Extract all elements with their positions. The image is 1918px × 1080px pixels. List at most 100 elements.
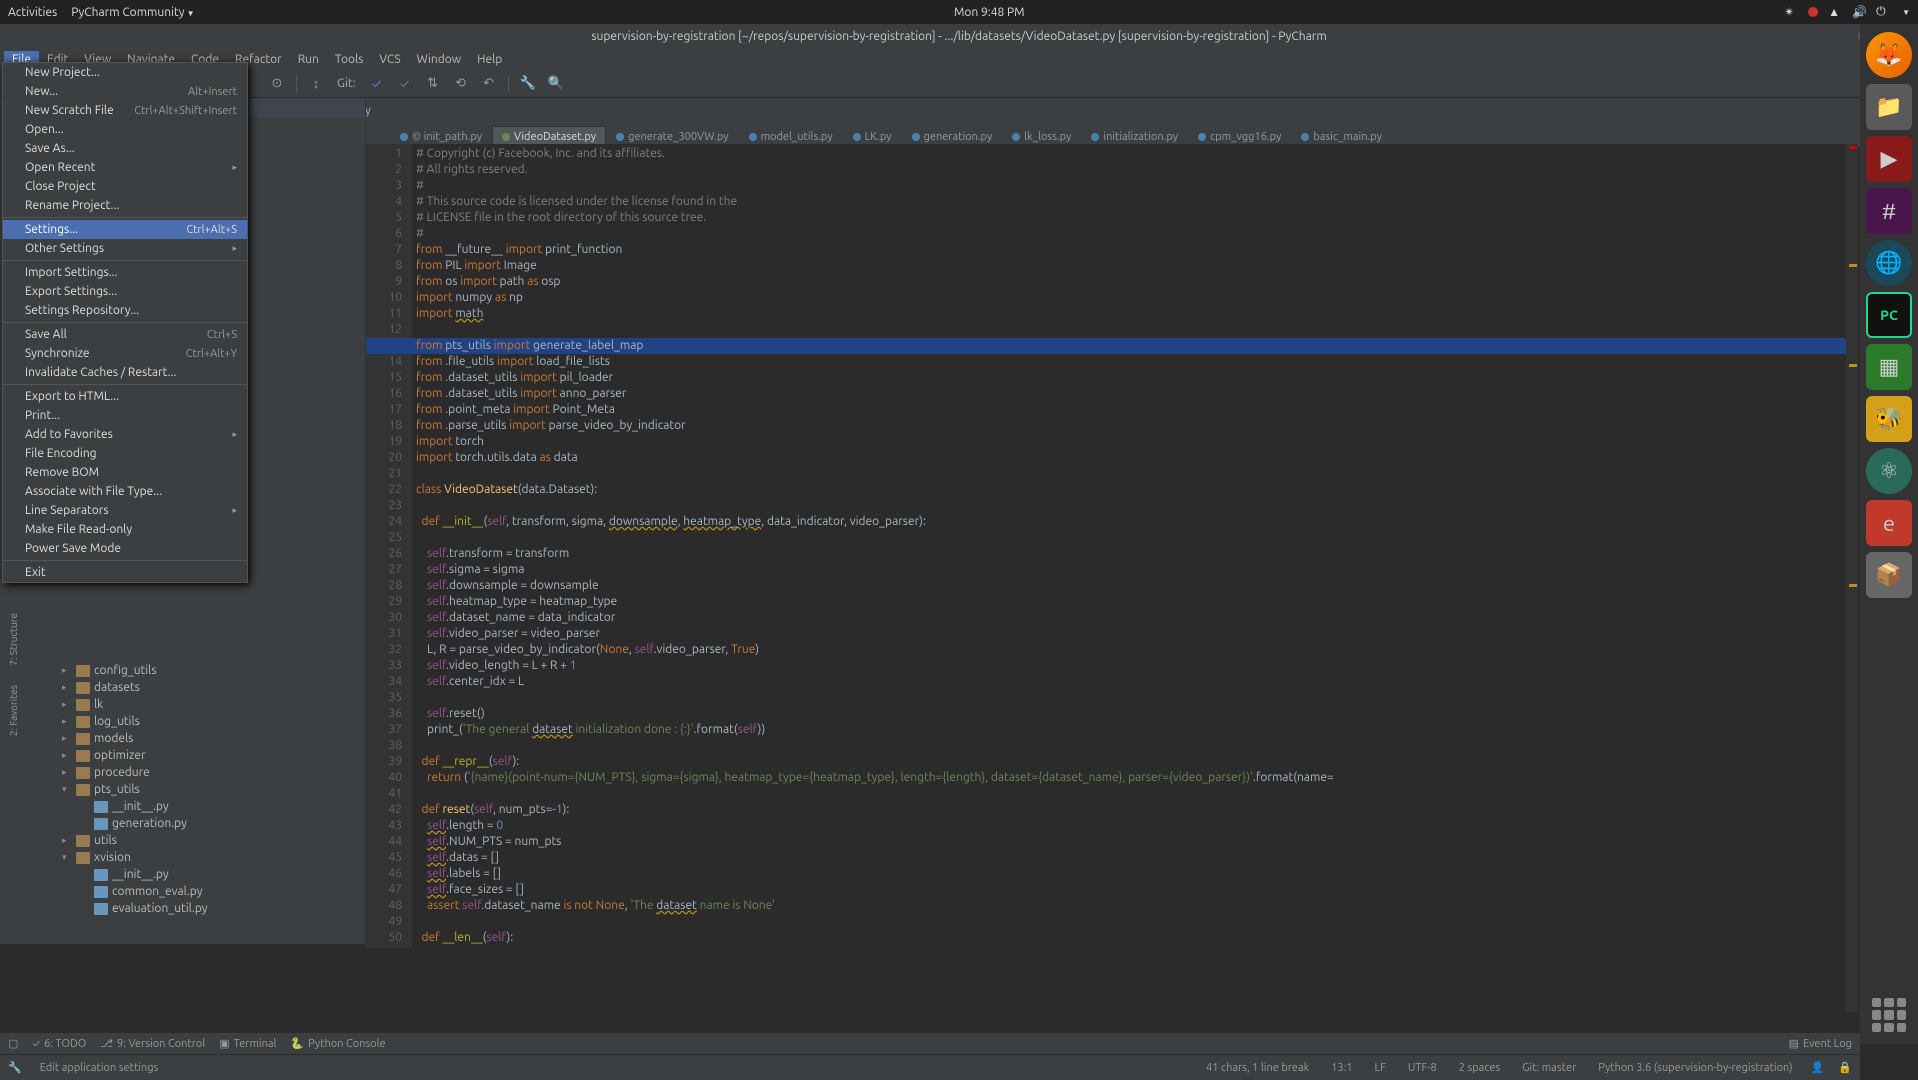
tree-node[interactable]: ▸datasets: [26, 679, 365, 696]
warning-mark[interactable]: [1849, 584, 1857, 587]
tree-node[interactable]: ▸lk: [26, 696, 365, 713]
tree-node[interactable]: ▸log_utils: [26, 713, 365, 730]
caret-position[interactable]: 13:1: [1327, 1062, 1356, 1074]
menu-item-other-settings[interactable]: Other Settings▸: [3, 239, 247, 258]
video-icon[interactable]: ▶: [1866, 136, 1912, 182]
volume-icon[interactable]: 🔊: [1852, 5, 1866, 19]
version-control-tool-button[interactable]: ⎇9: Version Control: [100, 1037, 205, 1050]
tree-node[interactable]: ▸utils: [26, 832, 365, 849]
slack-icon[interactable]: #: [1866, 188, 1912, 234]
menu-item-print[interactable]: Print...: [3, 406, 247, 425]
tree-node[interactable]: __init__.py: [26, 798, 365, 815]
pycharm-icon[interactable]: PC: [1866, 292, 1912, 338]
a11y-icon[interactable]: ✴: [1784, 5, 1798, 19]
app-indicator[interactable]: PyCharm Community▼: [71, 6, 194, 19]
tree-node[interactable]: ▸config_utils: [26, 662, 365, 679]
bee-icon[interactable]: 🐝: [1866, 396, 1912, 442]
tree-node[interactable]: ▸procedure: [26, 764, 365, 781]
favorites-tool-button[interactable]: 2: Favorites: [6, 677, 21, 744]
menu-item-export-settings[interactable]: Export Settings...: [3, 282, 247, 301]
tree-node[interactable]: ▾pts_utils: [26, 781, 365, 798]
menu-item-new[interactable]: New...Alt+Insert: [3, 82, 247, 101]
git-revert-button[interactable]: ↶: [478, 73, 500, 95]
menu-item-close-project[interactable]: Close Project: [3, 177, 247, 196]
activities-button[interactable]: Activities: [8, 6, 57, 19]
menu-item-new-project[interactable]: New Project...: [3, 63, 247, 82]
menu-run[interactable]: Run: [290, 51, 327, 68]
search-button[interactable]: 🔍: [545, 73, 567, 95]
network-icon[interactable]: ▲: [1828, 5, 1842, 19]
menu-tools[interactable]: Tools: [327, 51, 372, 68]
select-open-file-button[interactable]: ⊙: [266, 73, 288, 95]
file-encoding[interactable]: UTF-8: [1404, 1062, 1441, 1074]
menu-item-remove-bom[interactable]: Remove BOM: [3, 463, 247, 482]
line-separator[interactable]: LF: [1371, 1062, 1390, 1074]
menu-help[interactable]: Help: [469, 51, 510, 68]
menu-item-new-scratch-file[interactable]: New Scratch FileCtrl+Alt+Shift+Insert: [3, 101, 247, 120]
tree-node[interactable]: generation.py: [26, 815, 365, 832]
error-mark[interactable]: [1849, 146, 1857, 149]
menu-item-open[interactable]: Open...: [3, 120, 247, 139]
firefox-icon[interactable]: 🦊: [1866, 32, 1912, 78]
python-console-tool-button[interactable]: 🐍Python Console: [290, 1037, 385, 1050]
git-history-button[interactable]: ⟲: [450, 73, 472, 95]
git-compare-button[interactable]: ⇅: [422, 73, 444, 95]
code-content[interactable]: # Copyright (c) Facebook, Inc. and its a…: [416, 146, 1844, 946]
window-corner-icon[interactable]: ▢: [8, 1037, 18, 1050]
python-file-icon: [616, 133, 624, 141]
terminal-tool-button[interactable]: ▣Terminal: [219, 1037, 276, 1050]
menu-item-file-encoding[interactable]: File Encoding: [3, 444, 247, 463]
warning-mark[interactable]: [1849, 264, 1857, 267]
code-editor[interactable]: 1234567891011121314151617181920212223242…: [366, 144, 1858, 1012]
menu-window[interactable]: Window: [409, 51, 469, 68]
files-icon[interactable]: 📁: [1866, 84, 1912, 130]
menu-item-make-file-read-only[interactable]: Make File Read-only: [3, 520, 247, 539]
tree-node[interactable]: __init__.py: [26, 866, 365, 883]
clock[interactable]: Mon 9:48 PM: [194, 6, 1784, 19]
structure-tool-button[interactable]: 7: Structure: [6, 605, 21, 674]
tree-node[interactable]: ▸models: [26, 730, 365, 747]
tree-node[interactable]: common_eval.py: [26, 883, 365, 900]
pdf-icon[interactable]: e: [1866, 500, 1912, 546]
menu-item-rename-project[interactable]: Rename Project...: [3, 196, 247, 215]
atom-icon[interactable]: ⚛: [1866, 448, 1912, 494]
menu-item-settings-repository[interactable]: Settings Repository...: [3, 301, 247, 320]
menu-item-export-to-html[interactable]: Export to HTML...: [3, 387, 247, 406]
lock-icon[interactable]: 🔒: [1838, 1061, 1852, 1074]
menu-item-settings[interactable]: Settings...Ctrl+Alt+S: [3, 220, 247, 239]
interpreter[interactable]: Python 3.6 (supervision-by-registration): [1594, 1062, 1796, 1074]
tree-node[interactable]: evaluation_util.py: [26, 900, 365, 917]
power-icon[interactable]: ⏻: [1876, 5, 1890, 19]
htop-icon[interactable]: ▦: [1866, 344, 1912, 390]
menu-item-exit[interactable]: Exit: [3, 563, 247, 582]
inspector-icon[interactable]: 👤: [1811, 1061, 1825, 1074]
git-branch[interactable]: Git: master: [1518, 1062, 1580, 1074]
error-stripe[interactable]: [1846, 144, 1858, 1012]
menu-item-line-separators[interactable]: Line Separators▸: [3, 501, 247, 520]
menu-item-invalidate-caches-restart[interactable]: Invalidate Caches / Restart...: [3, 363, 247, 382]
warning-mark[interactable]: [1849, 364, 1857, 367]
menu-item-save-all[interactable]: Save AllCtrl+S: [3, 325, 247, 344]
record-icon[interactable]: [1808, 7, 1818, 17]
git-commit-button[interactable]: ✓: [394, 73, 416, 95]
todo-tool-button[interactable]: ✓6: TODO: [32, 1038, 86, 1050]
system-menu-arrow[interactable]: ▼: [1902, 8, 1910, 17]
event-log-button[interactable]: ▤Event Log: [1789, 1037, 1852, 1050]
menu-item-power-save-mode[interactable]: Power Save Mode: [3, 539, 247, 558]
menu-item-open-recent[interactable]: Open Recent▸: [3, 158, 247, 177]
git-update-button[interactable]: ✓: [366, 73, 388, 95]
browser-icon[interactable]: 🌐: [1866, 240, 1912, 286]
show-apps-button[interactable]: [1872, 998, 1906, 1032]
menu-item-add-to-favorites[interactable]: Add to Favorites▸: [3, 425, 247, 444]
menu-item-associate-with-file-type[interactable]: Associate with File Type...: [3, 482, 247, 501]
archive-icon[interactable]: 📦: [1866, 552, 1912, 598]
tree-node[interactable]: ▸optimizer: [26, 747, 365, 764]
menu-item-synchronize[interactable]: SynchronizeCtrl+Alt+Y: [3, 344, 247, 363]
menu-item-import-settings[interactable]: Import Settings...: [3, 263, 247, 282]
tree-node[interactable]: ▾xvision: [26, 849, 365, 866]
collapse-button[interactable]: ↕: [305, 73, 327, 95]
menu-item-save-as[interactable]: Save As...: [3, 139, 247, 158]
indent-info[interactable]: 2 spaces: [1455, 1062, 1505, 1074]
menu-vcs[interactable]: VCS: [371, 51, 408, 68]
build-button[interactable]: 🔧: [517, 73, 539, 95]
